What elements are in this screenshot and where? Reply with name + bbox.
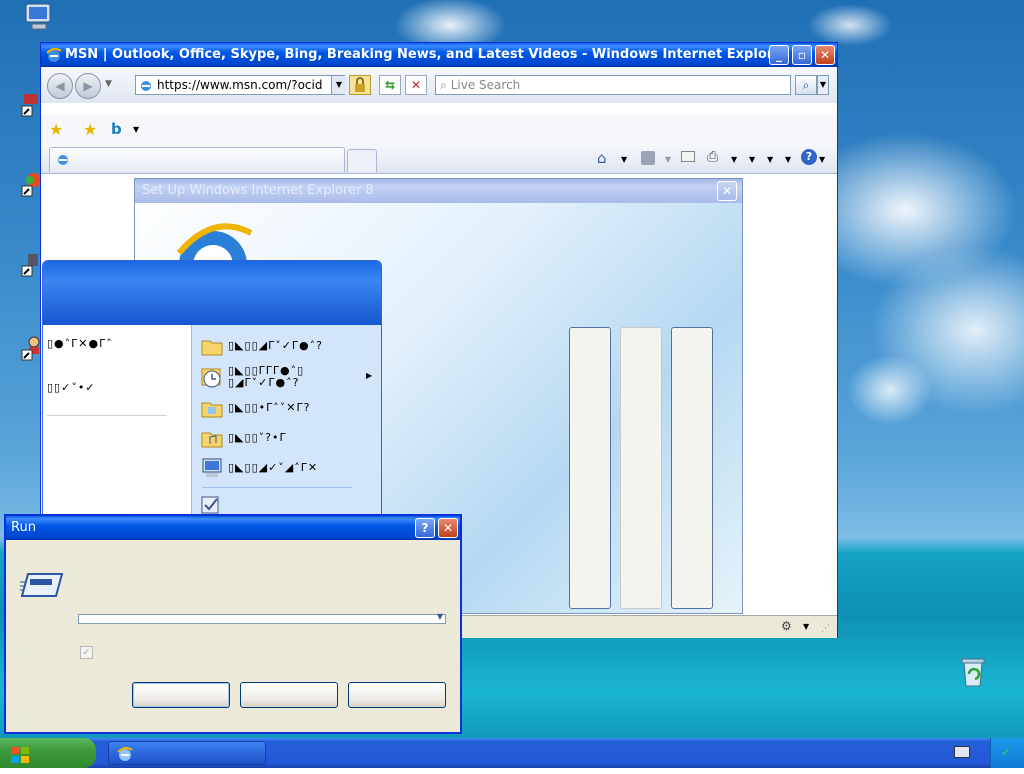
start-right-item-2[interactable]: ▯◣▯▯ΓΓΓ●˄▯ ▯◢Γ˅✓Γ●˄? ▶ (198, 363, 378, 393)
search-options-chevron-icon[interactable]: ▼ (817, 75, 829, 95)
computer-icon (200, 457, 224, 482)
tab-msn[interactable] (49, 147, 345, 172)
tab-page-icon (56, 152, 70, 169)
start-right-item-4[interactable]: ▯◣▯▯˅?•Γ (198, 425, 378, 451)
search-input[interactable]: ⌕ Live Search (435, 75, 791, 95)
minimize-button[interactable]: _ (769, 45, 789, 65)
ie-titlebar[interactable]: MSN | Outlook, Office, Skype, Bing, Brea… (41, 43, 837, 67)
favorites-chevron-icon[interactable]: ▼ (133, 125, 139, 134)
start-menu-right-pane: ▯◣▯▯◢Γ˅✓Γ●˄? ▯◣▯▯ΓΓΓ●˄▯ ▯◢Γ˅✓Γ●˄? ▶ ▯◣▯▯… (191, 325, 381, 529)
taskbar-ie-icon (117, 746, 133, 765)
recycle-bin-icon[interactable] (956, 656, 990, 690)
run-checkbox[interactable]: ✓ (80, 646, 93, 659)
print-chevron-icon[interactable]: ▼ (731, 155, 737, 164)
run-title: Run (11, 520, 36, 535)
resize-grip-icon[interactable]: ⋰ (821, 624, 830, 634)
start-left-item-1[interactable]: ▯●˄Γ✕●Γ˄ (47, 337, 113, 350)
run-open-combobox[interactable]: ▼ (78, 612, 446, 624)
recent-clock-icon (200, 365, 224, 392)
start-menu: ▯●˄Γ✕●Γ˄ ▯▯✓˅•✓ ▯◣▯▯◢Γ˅✓Γ●˄? ▯◣▯▯ΓΓΓ●˄▯ … (42, 260, 382, 530)
ie-window-title: MSN | Outlook, Office, Skype, Bing, Brea… (65, 47, 789, 62)
run-dialog: Run ? ✕ ▼ ✓ (4, 514, 462, 734)
run-titlebar[interactable]: Run (6, 516, 460, 540)
help-icon[interactable]: ? (801, 149, 817, 165)
favorites-bar: ★ ★ b ▼ (41, 115, 837, 145)
page-icon (139, 78, 153, 92)
start-menu-left-pane: ▯●˄Γ✕●Γ˄ ▯▯✓˅•✓ (43, 325, 191, 529)
taskbar: ✓ (0, 738, 1024, 768)
forward-button[interactable]: ▶ (75, 73, 101, 99)
mail-icon[interactable] (681, 151, 695, 162)
maximize-button[interactable]: ▫ (792, 45, 812, 65)
zoom-icon[interactable]: ⚙ (781, 619, 792, 633)
setup-ie8-titlebar[interactable]: Set Up Windows Internet Explorer 8 (135, 179, 742, 203)
print-icon[interactable]: ⎙ (707, 149, 718, 165)
recent-pages-chevron-icon[interactable]: ▼ (105, 79, 112, 89)
start-left-item-2[interactable]: ▯▯✓˅•✓ (47, 381, 96, 394)
start-menu-header (43, 261, 381, 325)
zoom-chevron-icon[interactable]: ▼ (803, 622, 809, 631)
start-right-item-1[interactable]: ▯◣▯▯◢Γ˅✓Γ●˄? (198, 333, 378, 359)
new-tab-button[interactable] (347, 149, 377, 172)
tools-menu-chevron-icon[interactable]: ▼ (767, 155, 773, 164)
system-tray: ✓ (990, 738, 1024, 768)
search-button[interactable]: ⌕ (795, 75, 817, 95)
address-bar[interactable]: https://www.msn.com/?ocid (135, 75, 345, 95)
windows-logo-icon (10, 744, 30, 774)
lock-icon[interactable] (349, 75, 371, 95)
stop-button[interactable]: ✕ (405, 75, 427, 95)
ie-logo-small-icon (46, 47, 62, 63)
music-folder-icon (200, 427, 224, 452)
combobox-chevron-icon[interactable]: ▼ (437, 612, 443, 621)
tab-strip: ⌂ ▼ ▼ ⎙ ▼ ▼ ▼ ▼ ? ▼ (41, 145, 837, 174)
close-button[interactable]: ✕ (815, 45, 835, 65)
setup-ie8-close-button[interactable]: ✕ (717, 181, 737, 201)
search-glass-icon: ⌕ (440, 78, 447, 92)
start-right-divider (202, 487, 352, 488)
submenu-arrow-icon: ▶ (366, 371, 373, 380)
page-menu-chevron-icon[interactable]: ▼ (749, 155, 755, 164)
start-right-item-3[interactable]: ▯◣▯▯•Γ˄˅✕Γ? (198, 395, 378, 421)
add-favorites-icon[interactable]: ★ (83, 120, 97, 139)
home-chevron-icon[interactable]: ▼ (621, 155, 627, 164)
nav-toolbar: ◀ ▶ ▼ https://www.msn.com/?ocid ▼ ⇆ ✕ ⌕ L… (41, 67, 837, 103)
setup-panel-2[interactable] (620, 327, 662, 609)
pictures-folder-icon (200, 397, 224, 422)
my-computer-icon[interactable] (22, 2, 56, 34)
search-placeholder: Live Search (450, 78, 521, 92)
run-program-icon (20, 570, 64, 603)
back-button[interactable]: ◀ (47, 73, 73, 99)
safety-chevron-icon[interactable]: ▼ (785, 155, 791, 164)
network-icon[interactable]: ✓ (1001, 745, 1011, 759)
start-left-divider (47, 415, 167, 416)
feeds-icon[interactable] (641, 151, 655, 165)
help-chevron-icon[interactable]: ▼ (819, 155, 825, 164)
feeds-chevron-icon[interactable]: ▼ (665, 155, 671, 164)
start-right-item-5[interactable]: ▯◣▯▯◢✓˅◢˄Γ✕ (198, 455, 378, 481)
address-text: https://www.msn.com/?ocid (157, 78, 323, 92)
setup-panel-3[interactable] (671, 327, 713, 609)
run-browse-button[interactable] (348, 682, 446, 708)
favorites-star-icon[interactable]: ★ (49, 120, 63, 139)
setup-ie8-title: Set Up Windows Internet Explorer 8 (142, 183, 374, 198)
run-close-button[interactable]: ✕ (438, 518, 458, 538)
keyboard-icon[interactable] (954, 746, 970, 758)
taskbar-ie-button[interactable] (108, 741, 266, 765)
start-button[interactable] (0, 738, 96, 768)
setup-panel-1[interactable] (569, 327, 611, 609)
refresh-button[interactable]: ⇆ (379, 75, 401, 95)
folder-icon (200, 335, 224, 360)
run-help-button[interactable]: ? (415, 518, 435, 538)
bing-icon[interactable]: b (111, 120, 122, 138)
address-dropdown-button[interactable]: ▼ (331, 76, 346, 94)
home-icon[interactable]: ⌂ (597, 149, 607, 167)
run-cancel-button[interactable] (240, 682, 338, 708)
run-ok-button[interactable] (132, 682, 230, 708)
